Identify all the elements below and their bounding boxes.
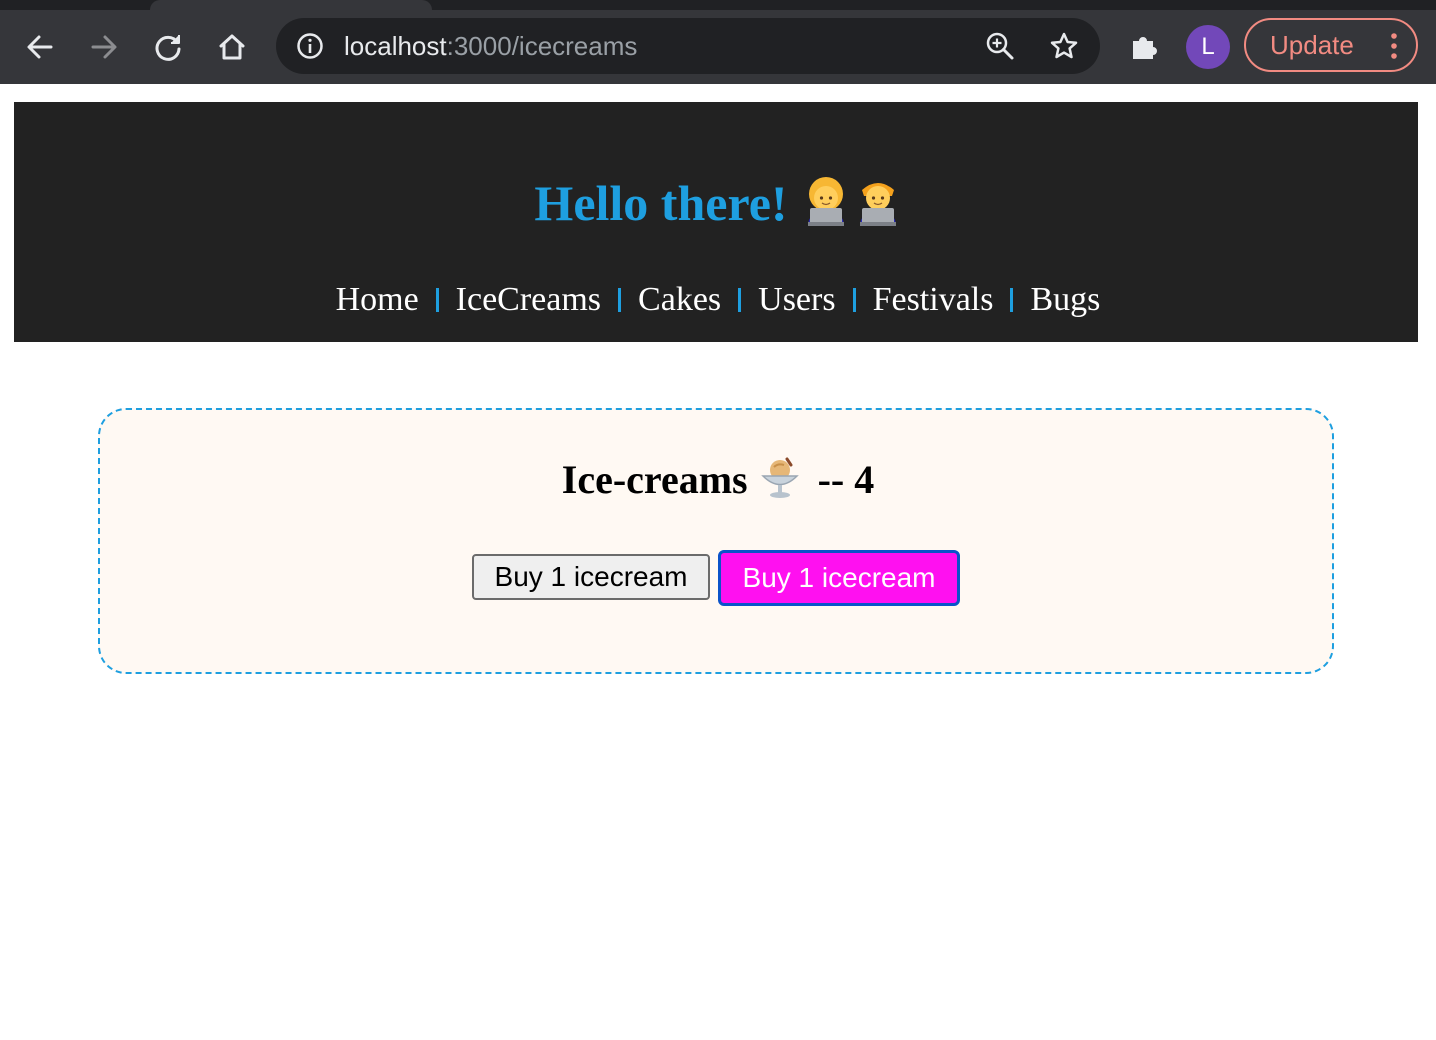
icecream-count: 4 xyxy=(854,457,875,502)
tab-strip xyxy=(0,0,1436,10)
url-text[interactable]: localhost:3000/icecreams xyxy=(344,18,637,74)
nav-link-cakes[interactable]: Cakes xyxy=(638,281,721,319)
card-title-text: Ice-creams xyxy=(561,457,748,502)
url-path: :3000/icecreams xyxy=(446,31,638,61)
page-title: Hello there! xyxy=(0,168,1436,244)
back-arrow-icon[interactable] xyxy=(8,10,72,84)
more-vert-icon[interactable] xyxy=(1390,33,1398,59)
update-button[interactable]: Update xyxy=(1244,18,1418,72)
bookmark-star-icon[interactable] xyxy=(1036,18,1092,74)
address-bar[interactable]: localhost:3000/icecreams xyxy=(276,18,1100,74)
nav-link-home[interactable]: Home xyxy=(336,281,419,319)
nav-separator xyxy=(435,288,439,312)
forward-arrow-icon[interactable] xyxy=(72,10,136,84)
nav-link-festivals[interactable]: Festivals xyxy=(873,281,994,319)
reload-icon[interactable] xyxy=(136,10,200,84)
profile-avatar[interactable]: L xyxy=(1186,25,1230,69)
count-separator: -- xyxy=(817,457,845,502)
icecream-count-heading: Ice-creams -- 4 xyxy=(0,452,1436,514)
url-host: localhost xyxy=(344,31,447,61)
nav-separator xyxy=(738,288,742,312)
update-label: Update xyxy=(1270,30,1354,60)
nav-separator xyxy=(852,288,856,312)
home-icon[interactable] xyxy=(200,10,264,84)
technologist-pair-emoji xyxy=(802,174,902,244)
nav-separator xyxy=(1010,288,1014,312)
icecream-card xyxy=(98,408,1334,674)
main-nav: Home IceCreams Cakes Users Festivals Bug… xyxy=(0,280,1436,320)
nav-link-users[interactable]: Users xyxy=(758,281,835,319)
nav-separator xyxy=(618,288,622,312)
buy-icecream-button[interactable]: Buy 1 icecream xyxy=(472,554,710,600)
browser-toolbar: localhost:3000/icecreams L Update xyxy=(0,10,1436,84)
zoom-icon[interactable] xyxy=(972,18,1028,74)
nav-link-bugs[interactable]: Bugs xyxy=(1030,281,1100,319)
page-title-text: Hello there! xyxy=(534,175,788,231)
ice-cream-sundae-emoji xyxy=(758,455,802,514)
extensions-puzzle-icon[interactable] xyxy=(1112,10,1176,84)
info-icon[interactable] xyxy=(296,32,324,60)
nav-link-icecreams[interactable]: IceCreams xyxy=(456,281,601,319)
active-tab[interactable] xyxy=(150,0,432,10)
buy-icecream-button-styled[interactable]: Buy 1 icecream xyxy=(718,550,960,606)
